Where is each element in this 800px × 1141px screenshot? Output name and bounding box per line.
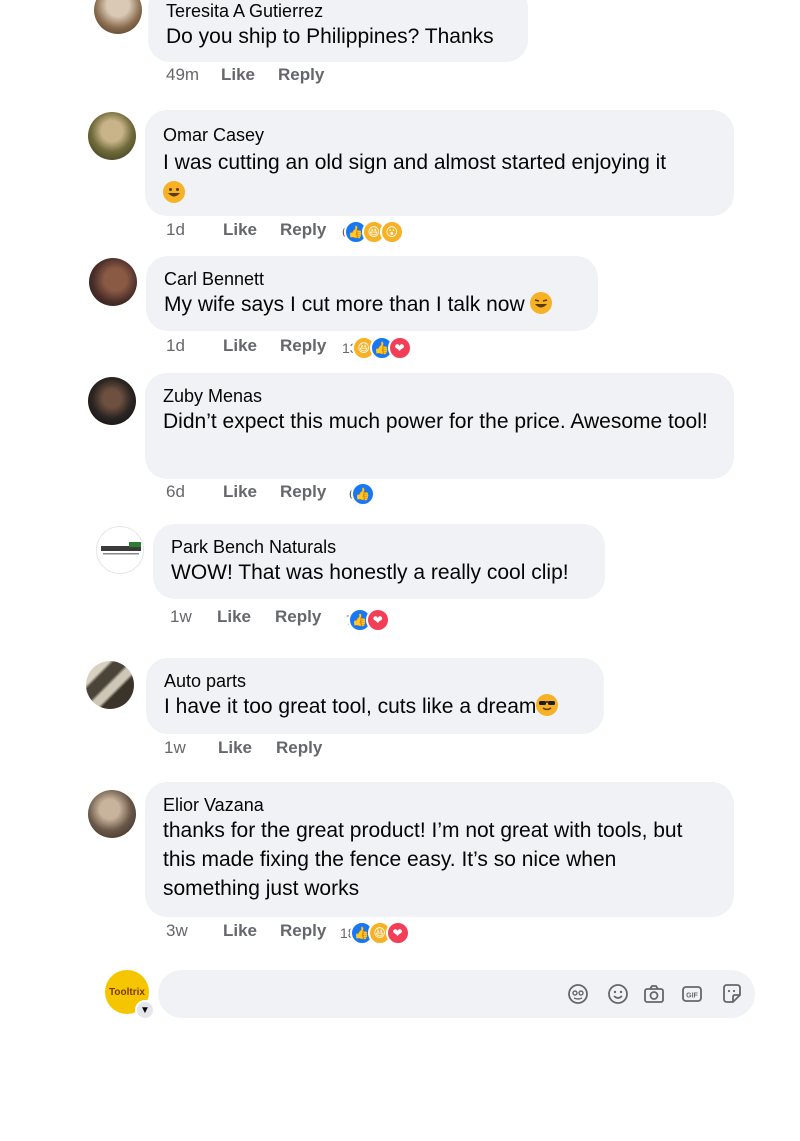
comment-timestamp[interactable]: 1d [166, 220, 185, 240]
comment-author[interactable]: Park Bench Naturals [171, 536, 587, 558]
comment-author[interactable]: Teresita A Gutierrez [166, 0, 510, 22]
avatar[interactable] [89, 258, 137, 306]
reply-button[interactable]: Reply [280, 220, 326, 240]
page-avatar-text: Tooltrix [109, 986, 145, 998]
camera-icon[interactable] [642, 982, 666, 1006]
emoji-icon[interactable] [606, 982, 630, 1006]
reply-button[interactable]: Reply [275, 607, 321, 627]
comment-author[interactable]: Zuby Menas [163, 385, 716, 407]
comment-text: I have it too great tool, cuts like a dr… [164, 692, 586, 721]
like-button[interactable]: Like [223, 336, 257, 356]
comment-bubble: Auto parts I have it too great tool, cut… [146, 658, 604, 734]
laughing-emoji-icon [530, 292, 553, 314]
comment-bubble: Omar Casey I was cutting an old sign and… [145, 110, 734, 216]
comment-timestamp[interactable]: 3w [166, 921, 188, 941]
comment-text: Didn’t expect this much power for the pr… [163, 410, 708, 433]
comment-composer: GIF [158, 970, 755, 1018]
avatar[interactable] [86, 661, 134, 709]
like-button[interactable]: Like [221, 65, 255, 85]
comment-bubble: Elior Vazana thanks for the great produc… [145, 782, 734, 917]
like-button[interactable]: Like [217, 607, 251, 627]
comment-timestamp[interactable]: 1d [166, 336, 185, 356]
like-button[interactable]: Like [223, 220, 257, 240]
comment-bubble: Carl Bennett My wife says I cut more tha… [146, 256, 598, 331]
comment-author[interactable]: Carl Bennett [164, 268, 580, 290]
grinning-emoji-icon [163, 181, 185, 203]
park-bench-logo[interactable] [96, 526, 144, 574]
like-button[interactable]: Like [223, 921, 257, 941]
comment-text-content: I was cutting an old sign and almost sta… [163, 151, 667, 174]
comment-author[interactable]: Elior Vazana [163, 794, 716, 816]
love-icon: ❤ [365, 608, 390, 632]
comment-actions: 6d Like Reply [166, 482, 486, 506]
like-icon: 👍 [350, 482, 375, 506]
svg-text:GIF: GIF [686, 993, 698, 1000]
like-button[interactable]: Like [223, 482, 257, 502]
wow-icon: 😮 [379, 220, 404, 244]
comment-actions: 3w Like Reply [166, 921, 486, 945]
comment-timestamp[interactable]: 49m [166, 65, 199, 85]
comment-timestamp[interactable]: 6d [166, 482, 185, 502]
comment-actions: 1d Like Reply [166, 220, 486, 244]
avatar[interactable] [94, 0, 142, 34]
avatar[interactable] [88, 377, 136, 425]
reaction-summary[interactable]: 6 👍 😆 😮 [342, 220, 404, 244]
reply-button[interactable]: Reply [280, 482, 326, 502]
reaction-summary[interactable]: 6 👍 [349, 482, 375, 506]
comment-text: Do you ship to Philippines? Thanks [166, 25, 494, 48]
avatar-sticker-icon[interactable] [566, 982, 590, 1006]
sunglasses-emoji-icon [536, 694, 559, 716]
comment-input[interactable] [172, 980, 556, 1010]
reaction-summary[interactable]: 7 👍 ❤ [346, 608, 390, 632]
reply-button[interactable]: Reply [276, 738, 322, 758]
reply-button[interactable]: Reply [280, 336, 326, 356]
comment-bubble: Park Bench Naturals WOW! That was honest… [153, 524, 605, 599]
comment-timestamp[interactable]: 1w [170, 607, 192, 627]
comment-bubble: Teresita A Gutierrez Do you ship to Phil… [148, 0, 528, 62]
comment-text-content: My wife says I cut more than I talk now [164, 293, 525, 316]
comment-actions: 1d Like Reply [166, 336, 486, 360]
comment-text: WOW! That was honestly a really cool cli… [171, 561, 569, 584]
love-icon: ❤ [385, 921, 410, 945]
comment-text: My wife says I cut more than I talk now [164, 290, 580, 319]
comment-actions: 1w Like Reply [164, 738, 484, 762]
like-button[interactable]: Like [218, 738, 252, 758]
logo-image [101, 542, 141, 555]
reaction-summary[interactable]: 18 👍 😆 ❤ [340, 921, 410, 945]
comment-author[interactable]: Omar Casey [163, 124, 716, 146]
comment-text: thanks for the great product! I’m not gr… [163, 819, 683, 900]
avatar[interactable] [88, 112, 136, 160]
comment-text: I was cutting an old sign and almost sta… [163, 148, 716, 208]
comment-actions: 1w Like Reply [170, 607, 490, 631]
reply-button[interactable]: Reply [280, 921, 326, 941]
love-icon: ❤ [387, 336, 412, 360]
comment-text-content: I have it too great tool, cuts like a dr… [164, 695, 537, 718]
reply-button[interactable]: Reply [278, 65, 324, 85]
comment-author[interactable]: Auto parts [164, 670, 586, 692]
avatar[interactable] [88, 790, 136, 838]
sticker-icon[interactable] [720, 982, 744, 1006]
comment-bubble: Zuby Menas Didn’t expect this much power… [145, 373, 734, 479]
comment-actions: 49m Like Reply [166, 65, 466, 87]
comment-timestamp[interactable]: 1w [164, 738, 186, 758]
reaction-summary[interactable]: 13 😆 👍 ❤ [342, 336, 412, 360]
chevron-down-icon[interactable]: ▼ [135, 1000, 155, 1020]
gif-icon[interactable]: GIF [680, 982, 704, 1006]
